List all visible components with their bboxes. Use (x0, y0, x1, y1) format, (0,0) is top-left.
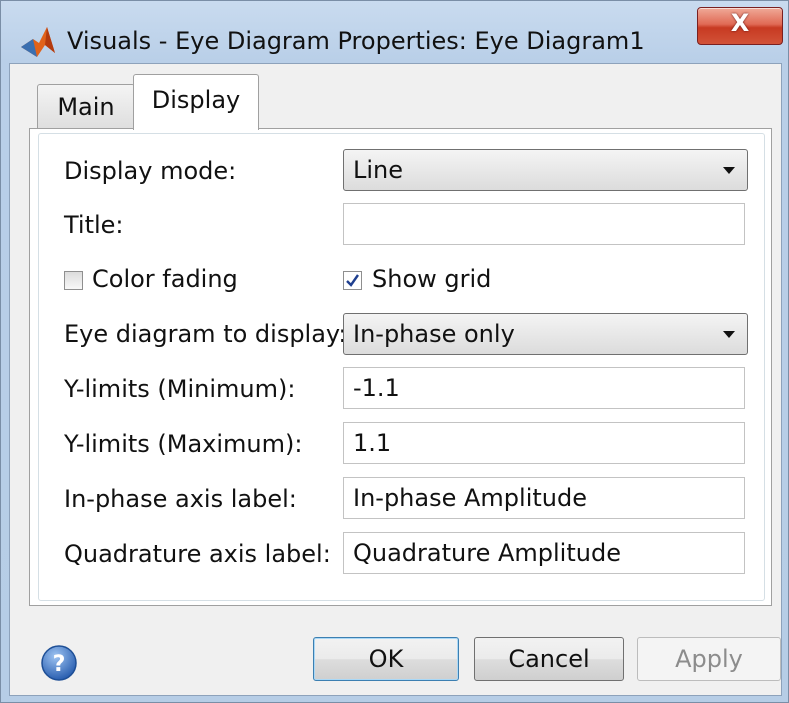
ylim-max-field[interactable]: 1.1 (343, 422, 745, 464)
apply-button[interactable]: Apply (637, 637, 781, 681)
window-title: Visuals - Eye Diagram Properties: Eye Di… (67, 27, 645, 55)
eye-diagram-label: Eye diagram to display: (64, 320, 347, 348)
display-mode-dropdown[interactable]: Line (343, 149, 748, 191)
close-button[interactable]: X (697, 7, 783, 45)
display-mode-value: Line (353, 156, 404, 184)
matlab-logo-icon (21, 27, 55, 57)
display-mode-label: Display mode: (64, 157, 237, 185)
color-fading-checkbox[interactable] (64, 271, 83, 290)
cancel-button[interactable]: Cancel (474, 637, 624, 681)
tab-main[interactable]: Main (37, 84, 135, 129)
title-field[interactable] (343, 203, 745, 245)
show-grid-checkbox[interactable] (343, 271, 362, 290)
close-icon: X (730, 9, 750, 37)
color-fading-label: Color fading (92, 265, 238, 293)
ok-button[interactable]: OK (313, 637, 459, 681)
title-label: Title: (64, 211, 124, 239)
checkmark-icon (346, 274, 359, 287)
display-tab-panel: Display mode: Line Title: Color fading S… (29, 128, 772, 606)
quadrature-axis-field[interactable]: Quadrature Amplitude (343, 532, 745, 574)
quadrature-axis-label: Quadrature axis label: (64, 540, 331, 568)
show-grid-label: Show grid (372, 265, 492, 293)
eye-diagram-value: In-phase only (353, 320, 515, 348)
chevron-down-icon (723, 167, 735, 174)
help-question-icon[interactable]: ? (40, 644, 78, 682)
chevron-down-icon (723, 331, 735, 338)
inphase-axis-field[interactable]: In-phase Amplitude (343, 477, 745, 519)
tab-display[interactable]: Display (133, 74, 259, 130)
svg-text:?: ? (53, 652, 66, 677)
ylim-max-label: Y-limits (Maximum): (64, 430, 303, 458)
eye-diagram-dropdown[interactable]: In-phase only (343, 313, 748, 355)
dialog-client-area: Main Display Display mode: Line Title: C… (9, 63, 782, 696)
ylim-min-label: Y-limits (Minimum): (64, 375, 296, 403)
ylim-min-field[interactable]: -1.1 (343, 367, 745, 409)
dialog-window: Visuals - Eye Diagram Properties: Eye Di… (0, 0, 789, 703)
inphase-axis-label: In-phase axis label: (64, 485, 297, 513)
title-bar: Visuals - Eye Diagram Properties: Eye Di… (1, 1, 788, 63)
